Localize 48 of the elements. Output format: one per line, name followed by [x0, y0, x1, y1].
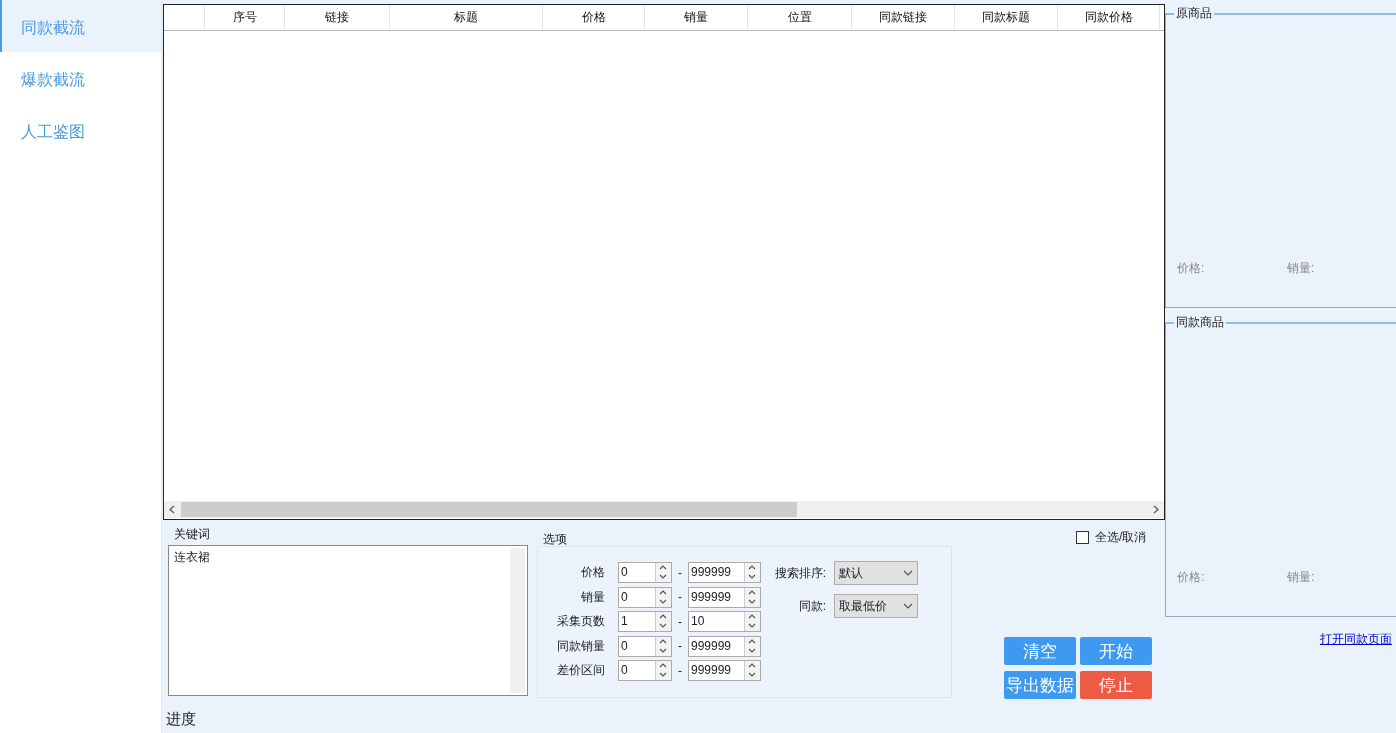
number-field[interactable]: 999999: [688, 635, 761, 657]
column-header[interactable]: 同款标题: [955, 5, 1058, 30]
dash-text: -: [677, 639, 683, 654]
dash-text: -: [677, 565, 683, 580]
field-label: 同款销量: [556, 637, 605, 655]
price-label: 价格:: [1177, 260, 1205, 277]
panel-title: 同款商品: [1175, 314, 1225, 331]
field-label: 同款:: [797, 597, 826, 615]
keyword-label: 关键词: [173, 527, 211, 541]
field-label: 价格: [580, 564, 605, 582]
price-label: 价格:: [1177, 569, 1205, 586]
number-field[interactable]: 999999: [688, 586, 761, 608]
column-header[interactable]: 序号: [205, 5, 285, 30]
horizontal-scrollbar[interactable]: [164, 501, 1164, 518]
dash-text: -: [677, 614, 683, 629]
number-field[interactable]: 999999: [688, 660, 761, 682]
dropdown[interactable]: 取最低价: [834, 594, 918, 618]
checkbox-label[interactable]: 全选/取消: [1095, 529, 1147, 546]
dash-text: -: [677, 590, 683, 605]
dropdown[interactable]: 默认: [834, 561, 918, 585]
sales-label: 销量:: [1287, 569, 1315, 586]
field-label: 搜索排序:: [773, 564, 826, 582]
column-header[interactable]: 位置: [748, 5, 852, 30]
panel-title: 原商品: [1175, 5, 1213, 22]
dash-text: -: [677, 663, 683, 678]
keyword-field[interactable]: 连衣裙: [168, 545, 528, 696]
column-header[interactable]: 价格: [543, 5, 645, 30]
number-field[interactable]: 0: [618, 660, 672, 682]
sales-label: 销量:: [1287, 260, 1315, 277]
number-field[interactable]: 0: [618, 562, 672, 584]
scrollbar-thumb[interactable]: [181, 502, 797, 517]
open-page-link[interactable]: 打开同款页面: [1320, 631, 1392, 648]
field-label: 销量: [580, 588, 605, 606]
column-header[interactable]: 同款链接: [852, 5, 955, 30]
column-header[interactable]: 销量: [645, 5, 748, 30]
number-field[interactable]: 0: [618, 635, 672, 657]
options-label: 选项: [542, 532, 568, 546]
checkbox[interactable]: [1076, 531, 1089, 544]
number-field[interactable]: 10: [688, 611, 761, 633]
progress-label: 进度: [166, 710, 196, 729]
number-field[interactable]: 999999: [688, 562, 761, 584]
column-header[interactable]: 同款价格: [1058, 5, 1160, 30]
field-label: 采集页数: [556, 613, 605, 631]
column-header[interactable]: 标题: [390, 5, 543, 30]
number-field[interactable]: 1: [618, 611, 672, 633]
number-field[interactable]: 0: [618, 586, 672, 608]
column-header[interactable]: 链接: [285, 5, 390, 30]
field-label: 差价区间: [556, 662, 605, 680]
